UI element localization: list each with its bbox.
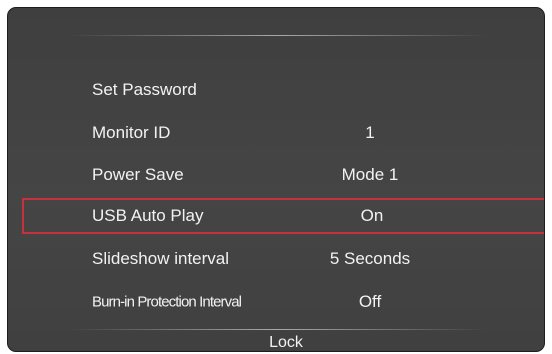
menu-item-usb-auto-play[interactable]: USB Auto Play On [22, 198, 544, 234]
osd-menu-panel: Set Password Monitor ID 1 Power Save Mod… [7, 7, 545, 352]
menu-item-value: Off [358, 292, 382, 311]
menu-item-label: Slideshow interval [92, 249, 230, 268]
menu-item-label: Monitor ID [92, 123, 171, 142]
bottom-divider [68, 329, 488, 330]
menu-item-slideshow-interval[interactable]: Slideshow interval 5 Seconds [8, 241, 544, 277]
menu-item-label: USB Auto Play [92, 206, 204, 225]
menu-item-value: On [360, 206, 384, 225]
menu-item-label: Set Password [92, 80, 197, 99]
menu-item-label: Burn-in Protection Interval [92, 293, 242, 311]
menu-item-value: Mode 1 [341, 165, 399, 184]
menu-item-value: 5 Seconds [329, 249, 411, 268]
menu-item-set-password[interactable]: Set Password [8, 72, 544, 108]
menu-item-burn-in-protection-interval[interactable]: Burn-in Protection Interval Off [8, 284, 544, 320]
lock-menu-item[interactable]: Lock [8, 334, 544, 351]
menu-item-value: 1 [365, 123, 375, 142]
menu-item-power-save[interactable]: Power Save Mode 1 [8, 157, 544, 193]
top-divider [68, 35, 488, 36]
menu-item-label: Power Save [92, 165, 184, 184]
menu-item-monitor-id[interactable]: Monitor ID 1 [8, 115, 544, 151]
